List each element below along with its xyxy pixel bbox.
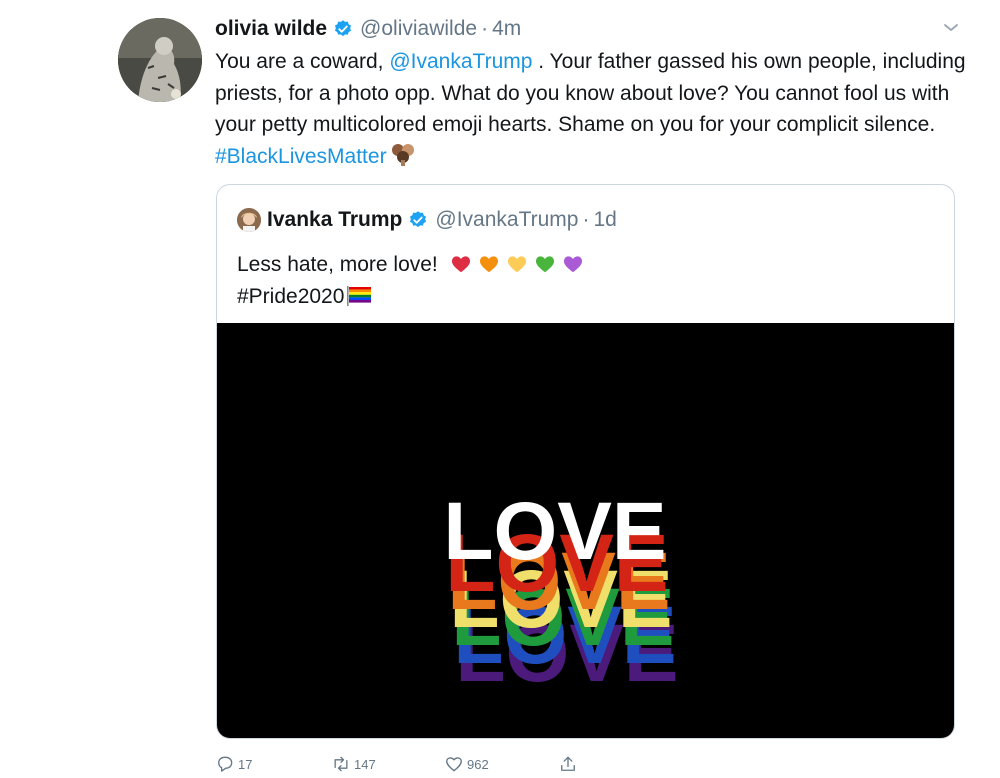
purple-heart-icon bbox=[563, 256, 582, 273]
quoted-author-name[interactable]: Ivanka Trump bbox=[267, 208, 402, 232]
green-heart-icon bbox=[535, 256, 554, 273]
author-handle[interactable]: @oliviawilde bbox=[360, 17, 477, 41]
quoted-tweet-timestamp: 1d bbox=[593, 208, 617, 231]
quoted-tweet[interactable]: Ivanka Trump @IvankaTrump · 1d Less hate… bbox=[216, 184, 955, 739]
author-avatar[interactable] bbox=[118, 18, 202, 102]
quoted-header-separator: · bbox=[582, 208, 590, 231]
mention-link[interactable]: @IvankaTrump bbox=[389, 50, 532, 73]
tweet-header: olivia wilde @oliviawilde · 4m bbox=[215, 15, 521, 43]
tweet-text-part: You are a coward, bbox=[215, 50, 390, 73]
header-separator: · bbox=[481, 17, 489, 40]
yellow-heart-icon bbox=[507, 256, 526, 273]
chevron-down-icon[interactable] bbox=[939, 16, 963, 40]
quoted-text: Less hate, more love! bbox=[237, 253, 438, 276]
orange-heart-icon bbox=[479, 256, 498, 273]
reply-icon bbox=[218, 756, 233, 772]
share-icon bbox=[561, 756, 575, 771]
like-icon bbox=[446, 757, 462, 772]
like-count: 962 bbox=[467, 756, 489, 772]
author-name[interactable]: olivia wilde bbox=[215, 17, 327, 41]
tweet: olivia wilde @oliviawilde · 4m You are a… bbox=[0, 0, 1000, 774]
reply-count: 17 bbox=[238, 756, 253, 772]
verified-badge-icon bbox=[410, 211, 427, 228]
heart-emojis bbox=[450, 253, 584, 275]
retweet-icon bbox=[334, 756, 348, 772]
love-animation-media[interactable]: LOVE LOVE LOVE LOVE LOVE LOVE LOVE bbox=[217, 323, 954, 738]
tweet-timestamp[interactable]: 4m bbox=[492, 17, 521, 41]
retweet-count: 147 bbox=[354, 756, 376, 772]
quoted-hashtag[interactable]: #Pride2020 bbox=[237, 285, 344, 308]
love-layer-white: LOVE bbox=[443, 486, 666, 577]
rainbow-flag-icon bbox=[347, 286, 372, 306]
raised-fists-emoji-icon bbox=[391, 143, 414, 166]
rainbow-love-graphic: LOVE LOVE LOVE LOVE LOVE LOVE LOVE bbox=[443, 486, 678, 699]
verified-badge-icon bbox=[335, 20, 352, 37]
quoted-author-handle: @IvankaTrump bbox=[435, 208, 579, 231]
hashtag-link[interactable]: #BlackLivesMatter bbox=[215, 145, 387, 168]
quoted-author-avatar bbox=[237, 208, 261, 232]
red-heart-icon bbox=[451, 256, 470, 273]
quoted-tweet-header: Ivanka Trump @IvankaTrump · 1d bbox=[237, 207, 617, 233]
quoted-tweet-text: Less hate, more love! #Pride2020 bbox=[237, 249, 584, 313]
tweet-text: You are a coward, @IvankaTrump . Your fa… bbox=[215, 46, 975, 172]
